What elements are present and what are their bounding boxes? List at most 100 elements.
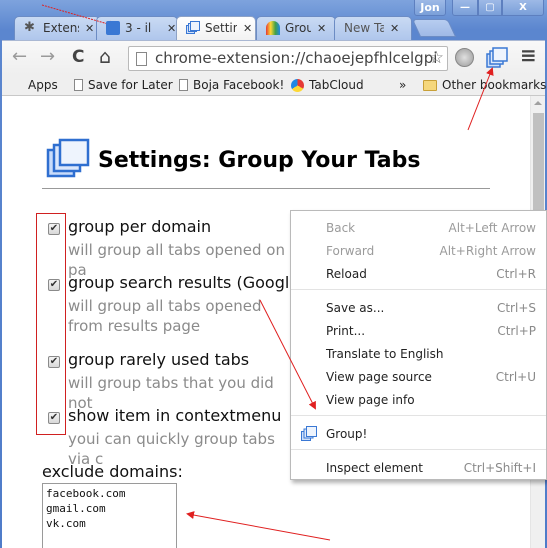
- bookmark-save-for-later[interactable]: Save for Later: [74, 78, 173, 92]
- page-title: Settings: Group Your Tabs: [98, 147, 421, 173]
- menu-item-shortcut: Ctrl+U: [495, 370, 536, 384]
- menu-item-shortcut: Alt+Left Arrow: [448, 221, 536, 235]
- browser-window-frame: Jon — ▢ X ✱ Extensions ✕ 3 - il ✕ Settin…: [0, 0, 547, 548]
- group-tabs-icon: [301, 426, 317, 445]
- bookmark-tabcloud[interactable]: TabCloud: [291, 78, 364, 92]
- close-window-button[interactable]: X: [502, 0, 544, 16]
- rainbow-favicon-icon: [266, 21, 280, 35]
- menu-separator: [291, 415, 546, 416]
- page-header: Settings: Group Your Tabs: [46, 138, 420, 182]
- option-label: group search results (Google: [68, 273, 300, 292]
- forward-button[interactable]: →: [40, 48, 55, 66]
- menu-item-shortcut: Ctrl+P: [497, 324, 536, 338]
- tab-label: Settings: [205, 21, 237, 35]
- reload-button[interactable]: C: [72, 48, 84, 66]
- menu-item-reload[interactable]: Reload Ctrl+R: [291, 263, 546, 285]
- tab-extensions[interactable]: ✱ Extensions ✕: [14, 16, 100, 40]
- power-extension-icon[interactable]: [455, 48, 474, 67]
- menu-item-translate[interactable]: Translate to English: [291, 343, 546, 365]
- tab-close-icon[interactable]: ✕: [390, 22, 399, 35]
- tab-close-icon[interactable]: ✕: [85, 22, 94, 35]
- option-description: will group all tabs opened from results …: [68, 297, 262, 335]
- option-label: group per domain: [68, 217, 212, 236]
- window-controls: — ▢ X: [452, 0, 544, 16]
- menu-item-shortcut: Ctrl+S: [496, 301, 536, 315]
- puzzle-icon: ✱: [24, 20, 35, 35]
- menu-item-label: Print...: [326, 324, 366, 338]
- tab-group[interactable]: Group ✕: [256, 16, 336, 40]
- checkbox-highlight-box: [36, 213, 66, 435]
- bookmark-boja-facebook[interactable]: Boja Facebook!: [179, 78, 284, 92]
- menu-item-label: Reload: [326, 267, 367, 281]
- menu-item-label: Translate to English: [326, 347, 444, 361]
- group-tabs-extension-icon[interactable]: [486, 47, 508, 73]
- tabcloud-icon: [291, 78, 304, 92]
- tab-label: Group: [285, 21, 311, 35]
- page-icon: [136, 52, 147, 66]
- tab-close-icon[interactable]: ✕: [167, 22, 176, 35]
- address-bar[interactable]: chrome-extension://chaoejepfhlcelgpi ☆: [128, 46, 448, 71]
- context-menu: Back Alt+Left Arrow Forward Alt+Right Ar…: [290, 210, 547, 480]
- browser-toolbar: ← → C ⌂ chrome-extension://chaoejepfhlce…: [2, 40, 545, 74]
- menu-item-label: Inspect element: [326, 461, 423, 475]
- menu-item-label: View page info: [326, 393, 415, 407]
- menu-item-shortcut: Alt+Right Arrow: [439, 244, 536, 258]
- group-tabs-logo-icon: [46, 138, 90, 182]
- bookmark-apps[interactable]: Apps: [11, 78, 58, 92]
- option-label: show item in contextmenu: [68, 406, 282, 425]
- chrome-menu-button[interactable]: ≡: [520, 45, 537, 65]
- apps-grid-icon: [11, 79, 23, 91]
- menu-item-label: View page source: [326, 370, 432, 384]
- tab-close-icon[interactable]: ✕: [243, 22, 252, 35]
- back-button[interactable]: ←: [12, 48, 27, 66]
- bookmarks-bar: Apps Save for Later Boja Facebook! TabCl…: [2, 74, 546, 96]
- tab-close-icon[interactable]: ✕: [317, 22, 326, 35]
- menu-item-label: Group!: [326, 427, 368, 441]
- page-icon: [74, 79, 83, 91]
- bookmark-label: Other bookmarks: [442, 78, 547, 92]
- menu-separator: [291, 449, 546, 450]
- minimize-button[interactable]: —: [452, 0, 478, 16]
- tab-new-tab[interactable]: New Tab ✕: [334, 16, 412, 40]
- new-tab-button[interactable]: [411, 19, 457, 37]
- menu-item-label: Back: [326, 221, 356, 235]
- tab-label: New Tab: [344, 21, 384, 35]
- site-favicon-icon: [106, 21, 120, 35]
- menu-item-inspect[interactable]: Inspect element Ctrl+Shift+I: [291, 457, 546, 479]
- title-divider: [42, 188, 490, 189]
- menu-item-group[interactable]: Group!: [291, 423, 546, 445]
- exclude-domains-textarea[interactable]: [42, 483, 177, 548]
- group-tabs-icon: [186, 21, 200, 35]
- menu-separator: [291, 289, 546, 290]
- menu-item-shortcut: Ctrl+R: [496, 267, 536, 281]
- exclude-domains-label: exclude domains:: [42, 462, 183, 481]
- tab-settings[interactable]: Settings ✕: [176, 16, 256, 40]
- tab-site[interactable]: 3 - il ✕: [96, 16, 178, 40]
- bookmark-other-bookmarks[interactable]: Other bookmarks: [423, 78, 546, 92]
- menu-item-shortcut: Ctrl+Shift+I: [463, 461, 536, 475]
- tab-label: 3 - il: [125, 21, 152, 35]
- bookmark-label: TabCloud: [309, 78, 364, 92]
- bookmark-label: Boja Facebook!: [193, 78, 285, 92]
- tab-label: Extensions: [43, 21, 79, 35]
- menu-item-print[interactable]: Print... Ctrl+P: [291, 320, 546, 342]
- menu-item-label: Forward: [326, 244, 375, 258]
- folder-icon: [423, 79, 437, 91]
- profile-badge[interactable]: Jon: [414, 0, 446, 16]
- bookmark-star-icon[interactable]: ☆: [429, 47, 444, 70]
- home-button[interactable]: ⌂: [99, 48, 111, 67]
- bookmarks-overflow-button[interactable]: »: [399, 78, 406, 92]
- menu-item-forward[interactable]: Forward Alt+Right Arrow: [291, 240, 546, 262]
- page-icon: [179, 79, 188, 91]
- menu-item-back[interactable]: Back Alt+Left Arrow: [291, 217, 546, 239]
- chevron-double-right-icon: »: [399, 78, 407, 92]
- scroll-up-arrow-icon[interactable]: [534, 101, 542, 105]
- menu-item-label: Save as...: [326, 301, 385, 315]
- menu-item-view-source[interactable]: View page source Ctrl+U: [291, 366, 546, 388]
- menu-item-save-as[interactable]: Save as... Ctrl+S: [291, 297, 546, 319]
- url-text: chrome-extension://chaoejepfhlcelgpi: [155, 49, 438, 67]
- bookmark-label: Apps: [28, 78, 58, 92]
- menu-item-page-info[interactable]: View page info: [291, 389, 546, 411]
- bookmark-label: Save for Later: [88, 78, 173, 92]
- maximize-button[interactable]: ▢: [478, 0, 502, 16]
